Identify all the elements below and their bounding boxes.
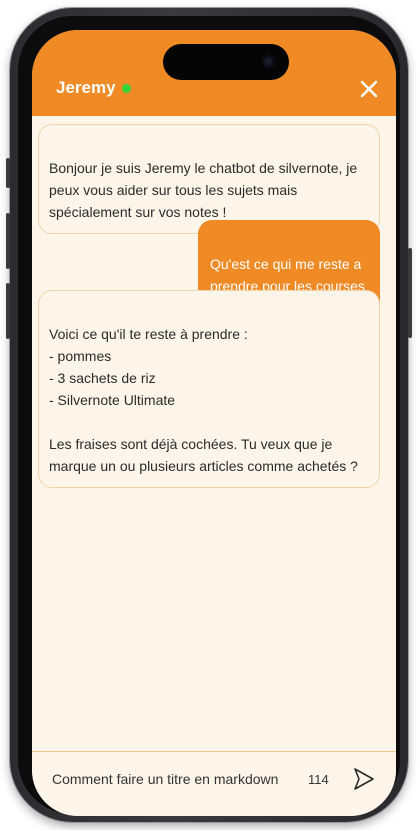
close-icon: [360, 80, 378, 98]
side-button-volume-down: [6, 283, 10, 339]
bot-name: Jeremy: [56, 78, 116, 97]
bot-message: Voici ce qu'il te reste à prendre : - po…: [38, 290, 380, 488]
character-counter: 114: [308, 772, 329, 787]
bot-message-text: Bonjour je suis Jeremy le chatbot de sil…: [49, 160, 358, 220]
chat-screen: Jeremy Bonjour je suis Jeremy le chatbot…: [32, 30, 396, 816]
side-button-silent: [6, 158, 10, 188]
chat-title: Jeremy: [56, 78, 131, 98]
send-icon: [354, 768, 374, 790]
bot-message: Bonjour je suis Jeremy le chatbot de sil…: [38, 124, 380, 234]
message-list: Bonjour je suis Jeremy le chatbot de sil…: [32, 116, 396, 752]
camera-lens: [262, 55, 275, 68]
dynamic-island: [163, 44, 289, 80]
close-button[interactable]: [358, 78, 380, 100]
message-composer: 114: [32, 751, 396, 816]
send-button[interactable]: [350, 766, 376, 792]
message-input[interactable]: [52, 766, 278, 792]
side-button-volume-up: [6, 213, 10, 269]
online-status-dot: [121, 83, 131, 93]
phone-frame: Jeremy Bonjour je suis Jeremy le chatbot…: [6, 8, 412, 822]
chat-header: Jeremy: [32, 30, 396, 116]
side-button-power: [408, 248, 412, 338]
bot-message-text: Voici ce qu'il te reste à prendre : - po…: [49, 326, 358, 474]
